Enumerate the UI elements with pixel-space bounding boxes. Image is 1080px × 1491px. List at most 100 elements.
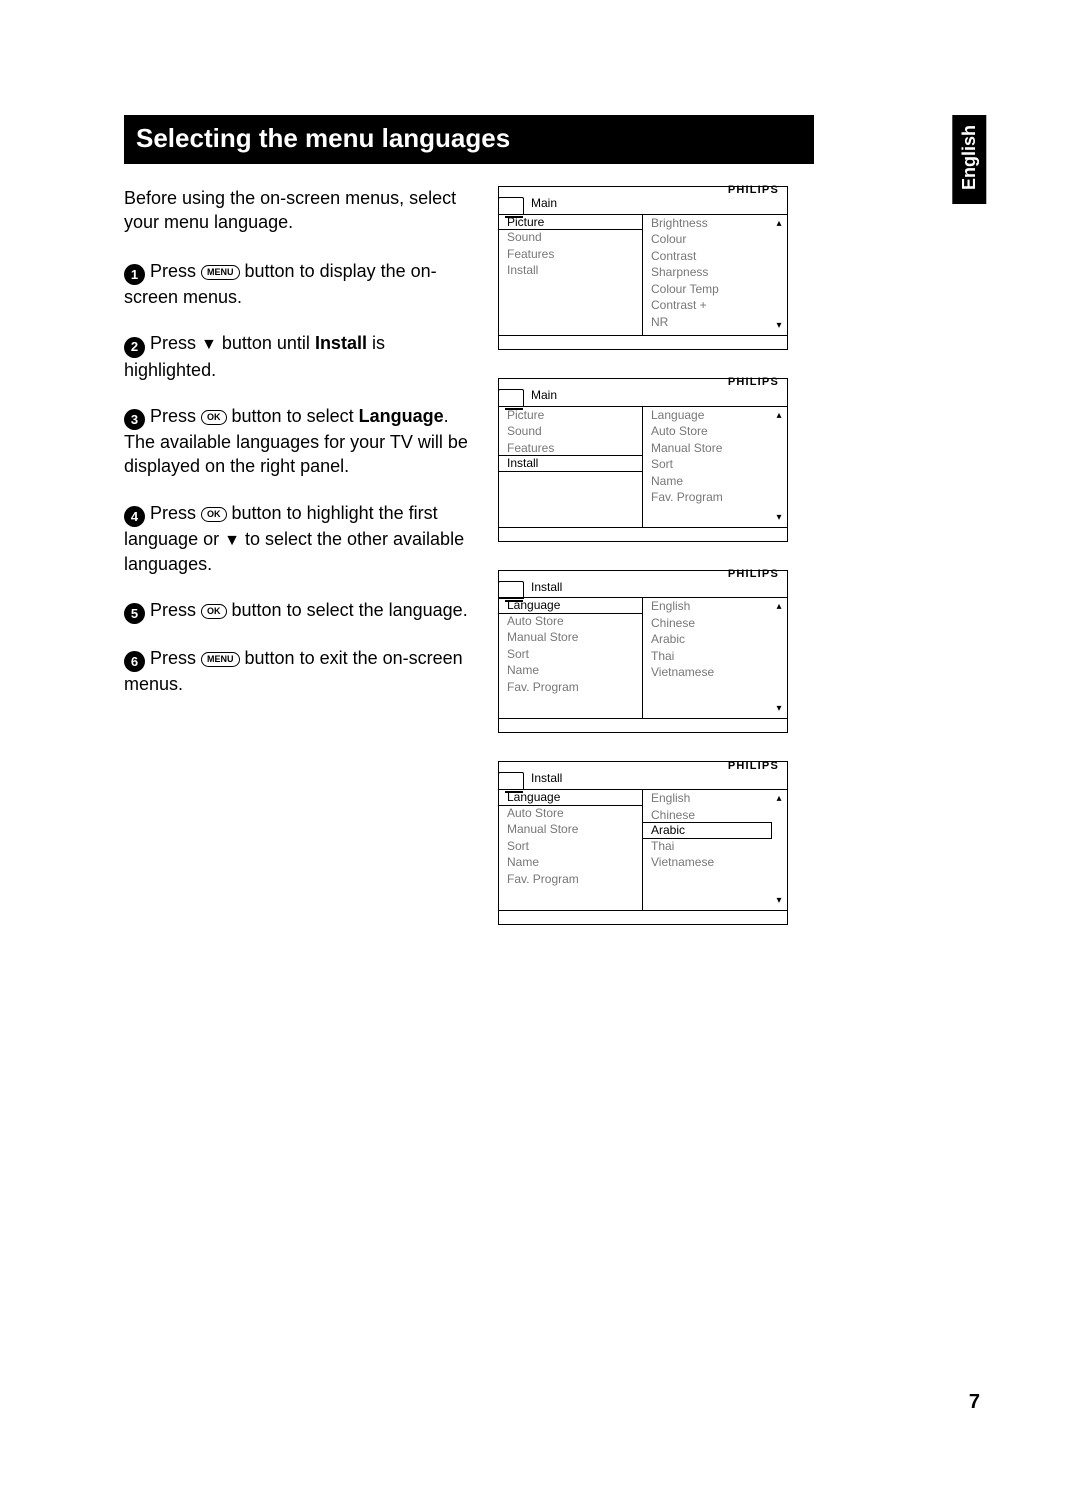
page-title: Selecting the menu languages (124, 115, 814, 164)
menu-item: Fav. Program (643, 489, 771, 506)
tv-icon (498, 389, 524, 407)
menu-footer (499, 910, 787, 924)
step-num-4: 4 (124, 506, 145, 527)
down-arrow-icon: ▾ (776, 511, 781, 525)
menu-footer (499, 718, 787, 732)
up-arrow-icon: ▴ (776, 409, 781, 423)
menu-box-1: PHILIPSMainPictureSoundFeaturesInstallLa… (498, 378, 788, 542)
step-5: 5 Press OK button to select the language… (124, 598, 474, 624)
menu-item: Contrast + (643, 297, 771, 314)
menu-item: Manual Store (499, 821, 642, 838)
down-arrow-icon: ▾ (776, 894, 781, 908)
menu-item (643, 506, 771, 523)
menu-item: Sharpness (643, 264, 771, 281)
ok-button-icon: OK (201, 604, 227, 619)
menu-item: Install (498, 455, 643, 472)
menu-item (499, 504, 642, 521)
instructions-column: Before using the on-screen menus, select… (124, 186, 474, 925)
menu-item: Auto Store (499, 805, 642, 822)
down-arrow-icon: ▾ (776, 319, 781, 333)
menu-left-col: PictureSoundFeaturesInstall (499, 215, 643, 335)
menu-item: Language (498, 597, 643, 614)
menu-body: LanguageAuto StoreManual StoreSortNameFa… (499, 790, 787, 910)
menu-item: Auto Store (499, 613, 642, 630)
menu-right-col: LanguageAuto StoreManual StoreSortNameFa… (643, 407, 787, 527)
menu-item: Brightness (643, 215, 771, 232)
menu-item (499, 471, 642, 488)
menu-item: Thai (643, 648, 771, 665)
menu-item (643, 887, 771, 904)
menu-item: Language (498, 789, 643, 806)
down-arrow-icon: ▾ (776, 702, 781, 716)
menu-brand: PHILIPS (499, 379, 787, 385)
menu-right-col: BrightnessColourContrastSharpnessColour … (643, 215, 787, 335)
menu-item: Install (499, 262, 642, 279)
up-arrow-icon: ▴ (776, 792, 781, 806)
menu-item: Sound (499, 229, 642, 246)
menu-brand: PHILIPS (499, 571, 787, 577)
page-number: 7 (969, 1389, 980, 1416)
step-num-6: 6 (124, 651, 145, 672)
menu-item: English (643, 598, 771, 615)
language-tab: English (952, 115, 986, 204)
menu-item: Features (499, 440, 642, 457)
menu-item: Manual Store (499, 629, 642, 646)
menu-item (499, 312, 642, 329)
tv-icon (498, 581, 524, 599)
menu-box-0: PHILIPSMainPictureSoundFeaturesInstallBr… (498, 186, 788, 350)
menu-item: Contrast (643, 248, 771, 265)
menu-left-col: LanguageAuto StoreManual StoreSortNameFa… (499, 598, 643, 718)
intro-text: Before using the on-screen menus, select… (124, 186, 474, 235)
step-4: 4 Press OK button to highlight the first… (124, 501, 474, 576)
menu-item: Chinese (643, 807, 771, 824)
step-num-2: 2 (124, 337, 145, 358)
menu-item: Fav. Program (499, 871, 642, 888)
page: Selecting the menu languages English Bef… (0, 0, 1080, 1491)
menu-item: Sound (499, 423, 642, 440)
menu-button-icon: MENU (201, 265, 240, 280)
menu-item: Name (643, 473, 771, 490)
down-arrow-icon: ▼ (201, 336, 217, 353)
menu-button-icon: MENU (201, 652, 240, 667)
menu-item: Sort (643, 456, 771, 473)
menu-left-col: PictureSoundFeaturesInstall (499, 407, 643, 527)
menu-item (499, 487, 642, 504)
step-num-3: 3 (124, 409, 145, 430)
ok-button-icon: OK (201, 410, 227, 425)
scroll-arrows: ▴▾ (771, 790, 787, 910)
menu-item: Features (499, 246, 642, 263)
menu-brand: PHILIPS (499, 762, 787, 768)
step-2: 2 Press ▼ button until Install is highli… (124, 331, 474, 382)
menu-box-2: PHILIPSInstallLanguageAuto StoreManual S… (498, 570, 788, 734)
down-arrow-icon: ▼ (224, 532, 240, 549)
menu-item: Manual Store (643, 440, 771, 457)
menu-item (499, 695, 642, 712)
step-num-5: 5 (124, 603, 145, 624)
scroll-arrows: ▴▾ (771, 407, 787, 527)
menu-screenshots-column: PHILIPSMainPictureSoundFeaturesInstallBr… (498, 186, 788, 925)
step-6: 6 Press MENU button to exit the on-scree… (124, 646, 474, 697)
step-num-1: 1 (124, 264, 145, 285)
menu-item: Auto Store (643, 423, 771, 440)
menu-item: Thai (643, 838, 771, 855)
menu-item: NR (643, 314, 771, 331)
tv-icon (498, 772, 524, 790)
menu-right-col: EnglishChineseArabicThaiVietnamese▴▾ (643, 598, 787, 718)
menu-item (499, 295, 642, 312)
menu-item: English (643, 790, 771, 807)
menu-item: Picture (498, 214, 643, 231)
scroll-arrows: ▴▾ (771, 215, 787, 335)
menu-box-3: PHILIPSInstallLanguageAuto StoreManual S… (498, 761, 788, 925)
menu-item: Arabic (642, 822, 772, 839)
up-arrow-icon: ▴ (776, 217, 781, 231)
menu-brand: PHILIPS (499, 187, 787, 193)
menu-footer (499, 335, 787, 349)
menu-item: Sort (499, 646, 642, 663)
step-1: 1 Press MENU button to display the on-sc… (124, 259, 474, 310)
menu-item: Colour Temp (643, 281, 771, 298)
menu-item: Vietnamese (643, 854, 771, 871)
menu-item: Vietnamese (643, 664, 771, 681)
tv-icon (498, 197, 524, 215)
menu-body: LanguageAuto StoreManual StoreSortNameFa… (499, 598, 787, 718)
menu-item (643, 871, 771, 888)
